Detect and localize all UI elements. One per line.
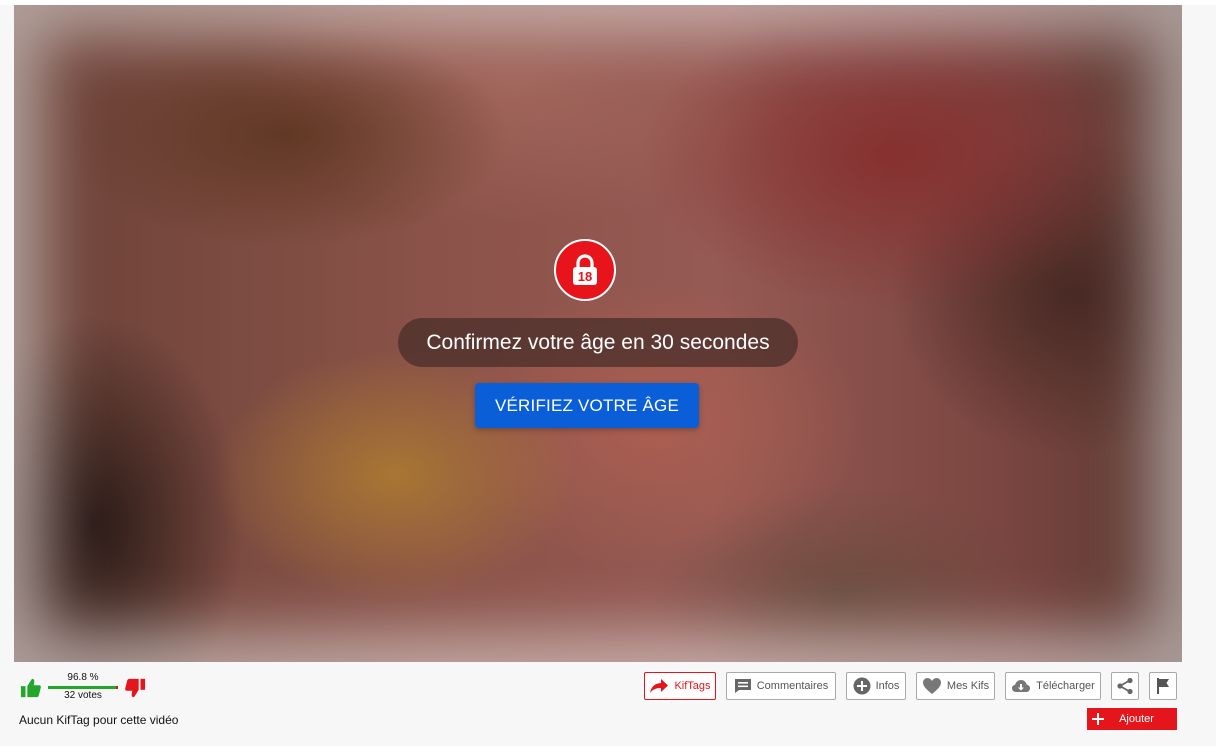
share-icon [1117, 677, 1133, 695]
add-label: Ajouter [1119, 713, 1154, 725]
lock-badge-text: 18 [578, 269, 592, 284]
plus-icon [1092, 713, 1104, 725]
comments-label: Commentaires [756, 680, 829, 692]
age-gate-overlay: 18 Confirmez votre âge en 30 secondes VÉ… [14, 5, 1182, 662]
kiftags-button[interactable]: KifTags [644, 672, 716, 700]
age-countdown-message: Confirmez votre âge en 30 secondes [398, 318, 798, 367]
thumb-down-icon[interactable] [124, 677, 146, 699]
page: 18 Confirmez votre âge en 30 secondes VÉ… [0, 0, 1216, 746]
cloud-download-icon [1012, 680, 1031, 692]
infos-label: Infos [875, 680, 900, 692]
rating-widget: 96.8 % 32 votes [18, 671, 152, 703]
verify-age-button[interactable]: VÉRIFIEZ VOTRE ÂGE [475, 383, 699, 428]
plus-circle-icon [853, 677, 871, 695]
thumb-up-icon[interactable] [20, 677, 42, 699]
share-arrow-icon [650, 679, 669, 693]
rating-bar [48, 686, 118, 689]
rating-votes: 32 votes [64, 690, 102, 701]
rating-percent: 96.8 % [67, 672, 99, 683]
heart-icon [922, 678, 941, 694]
kiftag-empty-note: Aucun KifTag pour cette vidéo [19, 713, 179, 727]
download-label: Télécharger [1036, 680, 1095, 692]
favorites-label: Mes Kifs [946, 680, 990, 692]
flag-icon [1157, 678, 1169, 694]
favorites-button[interactable]: Mes Kifs [916, 672, 995, 700]
age-lock-badge: 18 [554, 239, 616, 301]
lock-18-icon: 18 [573, 254, 597, 285]
infos-button[interactable]: Infos [846, 672, 906, 700]
video-toolbar: 96.8 % 32 votes KifTags Commentaires Inf… [0, 662, 1216, 746]
kiftags-label: KifTags [674, 680, 711, 692]
share-button[interactable] [1111, 672, 1139, 700]
comment-icon [734, 679, 751, 693]
comments-button[interactable]: Commentaires [726, 672, 836, 700]
download-button[interactable]: Télécharger [1005, 672, 1101, 700]
report-button[interactable] [1149, 672, 1177, 700]
rating-bar-fill [48, 686, 116, 689]
video-player[interactable]: 18 Confirmez votre âge en 30 secondes VÉ… [14, 5, 1182, 662]
add-button[interactable]: Ajouter [1087, 708, 1177, 730]
